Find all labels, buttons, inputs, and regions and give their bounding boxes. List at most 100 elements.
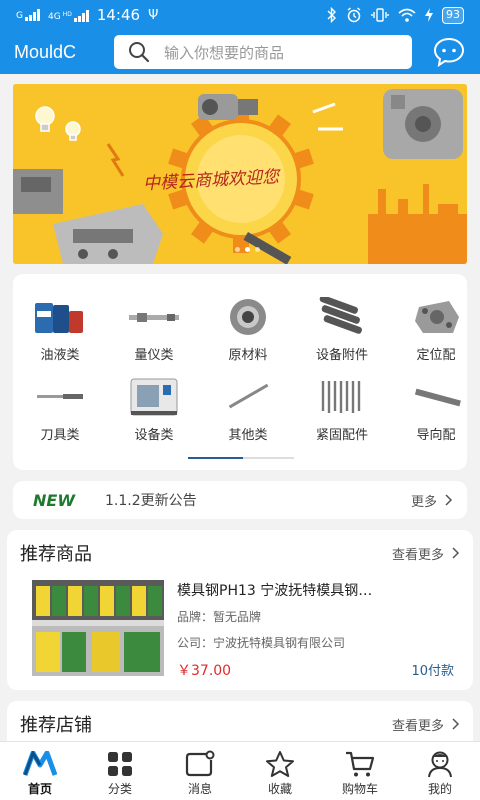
cart-icon [346, 751, 375, 777]
category-label: 量仪类 [134, 348, 174, 363]
bluetooth-icon [327, 7, 336, 23]
category-grid: 油液类 量仪类 原材料 设备附件 定位配 刀具类 设备类 其他类 紧固配件 导向… [13, 274, 467, 470]
product-card[interactable]: 模具钢PH13 宁波抚特模具钢… 品牌：暂无品牌 公司：宁波抚特模具钢有限公司 … [32, 580, 462, 680]
category-label: 导向配 [416, 428, 456, 443]
search-input[interactable]: 输入你想要的商品 [114, 35, 412, 69]
star-icon [266, 751, 294, 777]
clock: 14:46 [96, 6, 141, 24]
promo-banner[interactable]: 中模云商城欢迎您 [13, 84, 467, 264]
chevron-right-icon [452, 718, 460, 730]
machine-equipment-icon [130, 378, 178, 416]
category-gauge[interactable]: 量仪类 [107, 294, 201, 363]
category-label: 定位配 [416, 348, 456, 363]
signal-2: 4G HD [48, 8, 89, 22]
category-label: 刀具类 [40, 428, 80, 443]
category-label: 设备类 [134, 428, 174, 443]
tab-favorites[interactable]: 收藏 [240, 742, 320, 800]
product-brand: 品牌：暂无品牌 [177, 610, 262, 624]
profile-icon [428, 751, 452, 778]
see-more-label: 查看更多 [391, 718, 444, 734]
category-scroll-indicator [188, 457, 294, 459]
vibrate-icon [371, 8, 389, 22]
category-label: 油液类 [40, 348, 80, 363]
banner-pagination [235, 247, 260, 252]
category-label: 其他类 [228, 428, 268, 443]
product-name: 模具钢PH13 宁波抚特模具钢… [177, 583, 373, 599]
bottom-tab-bar: 首页 分类 消息 收藏 购物车 我的 [0, 741, 480, 800]
search-placeholder: 输入你想要的商品 [164, 43, 285, 62]
tab-profile[interactable]: 我的 [400, 742, 480, 800]
category-equipment-accessory[interactable]: 设备附件 [295, 294, 389, 363]
notice-text: 1.1.2更新公告 [105, 493, 197, 509]
metal-part-right [383, 89, 463, 159]
category-fastener[interactable]: 紧固配件 [295, 374, 389, 443]
message-icon [185, 750, 215, 777]
category-raw-material[interactable]: 原材料 [201, 294, 295, 363]
signal-strength-icon [73, 10, 89, 22]
pagination-dot [235, 247, 240, 252]
tab-cart[interactable]: 购物车 [320, 742, 400, 800]
raw-material-icon [230, 299, 266, 335]
wifi-icon [398, 8, 416, 22]
banner-illustration: 中模云商城欢迎您 [13, 84, 467, 264]
notice-more-label: 更多 [410, 494, 437, 510]
section-title: 推荐店铺 [20, 715, 92, 736]
oil-barrels-icon [35, 303, 83, 333]
guide-part-icon [414, 388, 461, 407]
product-company: 公司：宁波抚特模具钢有限公司 [177, 636, 346, 650]
other-category-icon [228, 383, 269, 409]
category-other[interactable]: 其他类 [201, 374, 295, 443]
carrier-1-label: G [16, 11, 23, 21]
cutting-tool-icon [37, 394, 83, 399]
see-more-label: 查看更多 [391, 547, 444, 563]
recommended-products-section: 推荐商品 查看更多 模具钢PH13 宁波抚特模具钢… 品牌：暂无品牌 公司：宁波… [7, 530, 473, 690]
tab-category[interactable]: 分类 [80, 742, 160, 800]
tab-label: 分类 [107, 782, 132, 796]
notice-bar[interactable]: NEW 1.1.2更新公告 更多 [13, 481, 467, 519]
see-more-shops-link[interactable]: 查看更多 [392, 715, 460, 734]
chevron-right-icon [445, 494, 453, 506]
category-cutting-tool[interactable]: 刀具类 [13, 374, 107, 443]
category-positioning[interactable]: 定位配 [389, 294, 467, 363]
alarm-icon [347, 7, 361, 23]
top-bar: MouldC 输入你想要的商品 [0, 30, 480, 74]
category-machine[interactable]: 设备类 [107, 374, 201, 443]
category-label: 紧固配件 [315, 428, 368, 443]
chevron-right-icon [452, 547, 460, 559]
steel-blocks-image [32, 580, 164, 676]
tab-label: 购物车 [341, 782, 378, 796]
carrier-2-label: 4G [47, 12, 61, 22]
see-more-products-link[interactable]: 查看更多 [392, 544, 460, 563]
product-price: ￥37.00 [177, 663, 232, 679]
app-logo: MouldC [14, 41, 77, 62]
battery-level: 93 [442, 6, 464, 24]
signal-strength-icon [24, 9, 40, 21]
metal-block-left [13, 169, 63, 214]
tab-home[interactable]: 首页 [0, 742, 80, 800]
equipment-accessory-icon [319, 297, 362, 334]
fastener-icon [321, 381, 361, 413]
chat-button[interactable] [432, 35, 466, 69]
category-oil[interactable]: 油液类 [13, 294, 107, 363]
tab-label: 我的 [427, 782, 452, 796]
notice-more-link[interactable]: 更多 [411, 491, 453, 510]
pagination-dot-active [245, 247, 250, 252]
pagination-dot [255, 247, 260, 252]
product-payments: 10付款 [411, 664, 454, 679]
signal-1: G [16, 9, 40, 21]
category-label: 设备附件 [315, 348, 368, 363]
chat-bubble-icon [433, 37, 465, 67]
tab-label: 消息 [187, 782, 212, 796]
section-title: 推荐商品 [20, 544, 92, 565]
positioning-part-icon [415, 301, 459, 333]
carrier-2-hd-label: HD [62, 11, 72, 18]
tab-label: 首页 [27, 782, 52, 796]
tab-label: 收藏 [267, 782, 292, 796]
status-bar: G 4G HD 14:46 Ψ 93 [0, 0, 480, 30]
tab-messages[interactable]: 消息 [160, 742, 240, 800]
usb-icon: Ψ [148, 7, 159, 23]
category-guide[interactable]: 导向配 [389, 374, 467, 443]
category-label: 原材料 [228, 348, 268, 363]
search-icon [129, 42, 150, 63]
new-badge: NEW [33, 490, 75, 510]
